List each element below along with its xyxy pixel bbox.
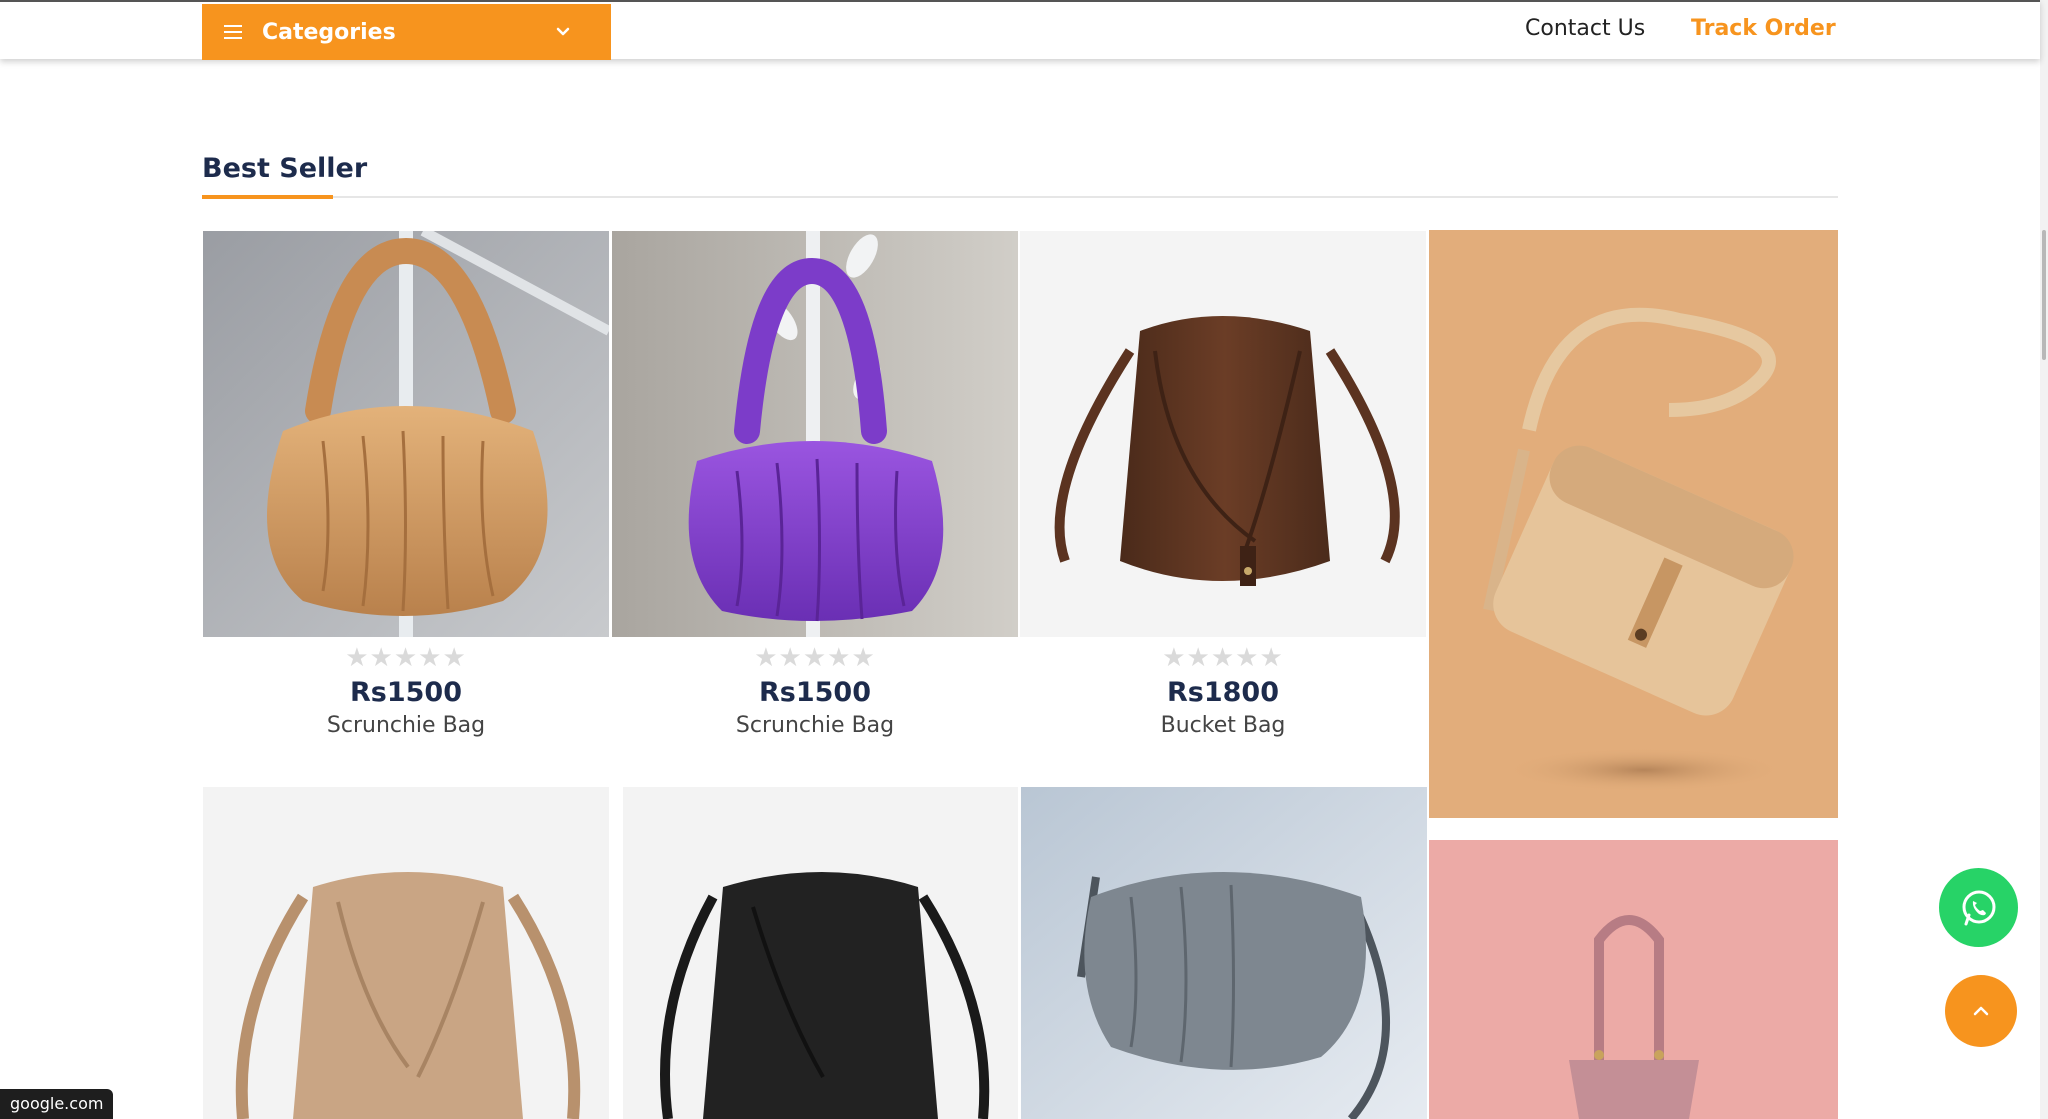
whatsapp-button[interactable]	[1939, 868, 2018, 947]
product-card[interactable]	[1021, 787, 1427, 1119]
menu-icon	[224, 25, 242, 39]
promo-image	[1429, 840, 1838, 1119]
rating-stars: ★★★★★	[345, 643, 467, 673]
product-image[interactable]	[203, 787, 609, 1119]
categories-dropdown[interactable]: Categories	[202, 4, 611, 60]
categories-label: Categories	[262, 19, 396, 45]
promo-image	[1429, 230, 1838, 818]
section-title-underline	[202, 195, 333, 199]
product-image[interactable]	[203, 231, 609, 637]
product-image[interactable]	[1021, 787, 1427, 1119]
product-image[interactable]	[612, 231, 1018, 637]
product-card[interactable]: ★★★★★ Rs1500 Scrunchie Bag	[612, 231, 1018, 751]
section-title: Best Seller	[202, 153, 368, 184]
product-name[interactable]: Scrunchie Bag	[203, 713, 609, 738]
scroll-to-top-button[interactable]	[1945, 975, 2017, 1047]
product-price: Rs1800	[1166, 677, 1279, 708]
status-url-tooltip: google.com	[0, 1089, 114, 1119]
nav-contact-us[interactable]: Contact Us	[1525, 16, 1645, 41]
rating-stars: ★★★★★	[1162, 643, 1284, 673]
nav-track-order[interactable]: Track Order	[1691, 16, 1836, 41]
product-image[interactable]	[1020, 231, 1426, 637]
scrollbar-track[interactable]	[2040, 0, 2048, 1119]
whatsapp-icon	[1962, 890, 1995, 925]
product-card[interactable]: ★★★★★ Rs1500 Scrunchie Bag	[203, 231, 609, 751]
scrollbar-thumb[interactable]	[2042, 230, 2046, 360]
product-price: Rs1500	[349, 677, 462, 708]
promo-banner[interactable]	[1429, 840, 1838, 1119]
section-divider	[202, 196, 1838, 198]
product-name[interactable]: Scrunchie Bag	[612, 713, 1018, 738]
rating-stars: ★★★★★	[754, 643, 876, 673]
product-price: Rs1500	[758, 677, 871, 708]
product-name[interactable]: Bucket Bag	[1020, 713, 1426, 738]
product-card[interactable]	[623, 787, 1018, 1119]
promo-banner[interactable]	[1429, 230, 1838, 818]
product-image[interactable]	[623, 787, 1018, 1119]
product-card[interactable]	[203, 787, 609, 1119]
product-card[interactable]: ★★★★★ Rs1800 Bucket Bag	[1020, 231, 1426, 751]
top-navbar: Categories Contact Us Track Order	[0, 0, 2040, 60]
chevron-up-icon	[1973, 1006, 1989, 1016]
chevron-down-icon	[556, 27, 570, 36]
